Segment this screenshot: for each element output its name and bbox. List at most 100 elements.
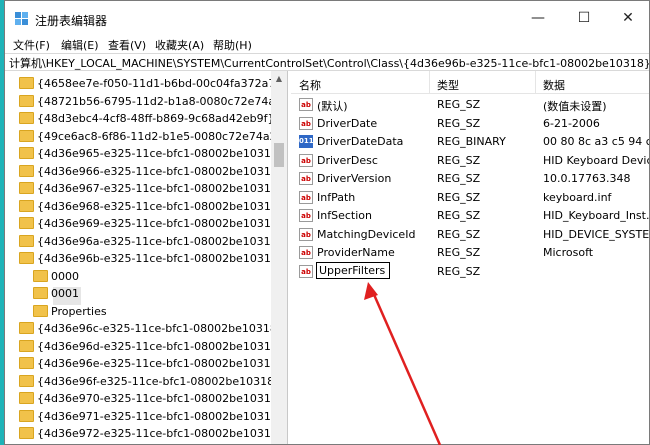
folder-icon [33,304,48,317]
tree-item-label: {48721b56-6795-11d2-b1a8-0080c72e74a2} [37,94,288,108]
value-row[interactable]: ab DriverDesc REG_SZ HID Keyboard Device [291,152,650,170]
scroll-thumb[interactable] [274,143,284,167]
window-title: 注册表编辑器 [35,14,108,28]
tree-item-label: {4d36e969-e325-11ce-bfc1-08002be10318} [37,217,285,230]
close-button[interactable]: ✕ [605,1,649,35]
tree-item[interactable]: {4d36e971-e325-11ce-bfc1-08002be10318} [17,408,285,426]
values-list: 名称 类型 数据 ab (默认) REG_SZ (数值未设置) ab DriverDate… [291,71,650,444]
value-row[interactable]: ab ProviderName REG_SZ Microsoft [291,244,649,262]
maximize-button[interactable]: ☐ [561,1,607,35]
binary-value-icon: 011 [299,135,314,148]
tree-item[interactable]: 0000 [31,268,281,286]
folder-icon [19,339,34,352]
menu-view[interactable]: 查看(V) [108,37,146,53]
folder-icon [19,409,34,422]
string-value-icon: ab [299,209,313,222]
tree-item[interactable]: {4d36e96b-e325-11ce-bfc1-08002be10318} [17,250,285,268]
registry-editor-window: 注册表编辑器 — ☐ ✕ 文件(F) 编辑(E) 查看(V) 收藏夹(A) 帮助… [4,0,650,445]
string-value-icon: ab [299,264,313,278]
tree-item[interactable]: {4d36e965-e325-11ce-bfc1-08002be10318} [17,145,285,163]
tree-item[interactable]: {4d36e96a-e325-11ce-bfc1-08002be10318} [17,233,285,251]
tree-item-label: {4d36e970-e325-11ce-bfc1-08002be10318} [37,392,285,405]
value-type: REG_SZ [437,209,481,222]
tree-item-label: {48d3ebc4-4cf8-48ff-b869-9c68ad42eb9f} [37,112,275,125]
value-data: 10.0.17763.348 [543,172,631,185]
value-data: HID_DEVICE_SYSTEM_ [543,227,650,241]
tree-item-label: {4d36e972-e325-11ce-bfc1-08002be10318} [37,427,285,440]
tree-item-label: {4658ee7e-f050-11d1-b6bd-00c04fa372a7} [37,77,283,90]
scroll-up-arrow-icon[interactable]: ▲ [271,71,287,87]
string-value-icon: ab [299,172,313,185]
column-data[interactable]: 数据 [543,77,565,93]
tree-item[interactable]: {4d36e967-e325-11ce-bfc1-08002be10318} [17,180,285,198]
string-value-icon: ab [299,190,313,204]
tree-item[interactable]: {48721b56-6795-11d2-b1a8-0080c72e74a2} [17,93,287,111]
value-row[interactable]: ab DriverVersion REG_SZ 10.0.17763.348 [291,170,649,188]
folder-icon [19,374,34,387]
address-bar[interactable]: 计算机\HKEY_LOCAL_MACHINE\SYSTEM\CurrentCon… [5,53,649,71]
string-value-icon: ab [299,227,313,241]
tree-item[interactable]: {4d36e968-e325-11ce-bfc1-08002be10318} [17,198,285,216]
folder-icon [19,112,34,124]
tree-item[interactable]: {4d36e972-e325-11ce-bfc1-08002be10318} [17,425,285,443]
tree-item-label: {4d36e96c-e325-11ce-bfc1-08002be10318} [37,322,284,335]
tree-item-label: 0000 [51,269,79,283]
folder-icon [19,392,34,404]
tree-item[interactable]: {4d36e96e-e325-11ce-bfc1-08002be10318} [17,355,285,373]
address-path[interactable]: 计算机\HKEY_LOCAL_MACHINE\SYSTEM\CurrentCon… [9,55,649,71]
tree-item[interactable]: {49ce6ac8-6f86-11d2-b1e5-0080c72e74a2} [17,128,284,146]
value-row[interactable]: ab InfPath REG_SZ keyboard.inf [291,189,649,207]
value-data: keyboard.inf [543,190,612,204]
value-data: (数值未设置) [543,100,607,113]
tree-item[interactable]: {48d3ebc4-4cf8-48ff-b869-9c68ad42eb9f} [17,110,275,128]
tree-item-label: {4d36e96d-e325-11ce-bfc1-08002be10318} [37,339,285,353]
tree-item[interactable]: {4d36e969-e325-11ce-bfc1-08002be10318} [17,215,285,233]
menu-edit[interactable]: 编辑(E) [61,37,99,53]
value-row[interactable]: 011 DriverDateData REG_BINARY 00 80 8c a3 c… [291,133,650,151]
value-row[interactable]: ab InfSection REG_SZ HID_Keyboard_Inst.NT [291,207,650,225]
value-name: DriverDate [317,116,378,130]
tree-item-label: {4d36e96e-e325-11ce-bfc1-08002be10318} [37,357,285,370]
column-type[interactable]: 类型 [437,77,459,93]
tree-item-label: {4d36e965-e325-11ce-bfc1-08002be10318} [37,147,285,160]
value-type: REG_SZ [437,264,481,278]
folder-icon [19,77,34,89]
value-type: REG_SZ [437,172,481,185]
menu-file[interactable]: 文件(F) [13,37,50,53]
value-row[interactable]: ab (默认) REG_SZ (数值未设置) [291,96,649,114]
tree-item[interactable]: {4d36e970-e325-11ce-bfc1-08002be10318} [17,390,285,408]
folder-icon [19,357,34,369]
tree-scrollbar[interactable]: ▲ [271,71,287,444]
tree-item[interactable]: 0001 [31,285,281,303]
value-name: DriverDateData [317,135,404,148]
key-tree: {4658ee7e-f050-11d1-b6bd-00c04fa372a7} {4… [5,71,288,444]
tree-item[interactable]: {4d36e96f-e325-11ce-bfc1-08002be10318} [17,373,281,391]
rename-value-input[interactable]: UpperFilters [316,261,390,279]
value-row[interactable]: ab DriverDate REG_SZ 6-21-2006 [291,115,649,133]
tree-item-label: {4d36e966-e325-11ce-bfc1-08002be10318} [37,164,285,178]
folder-icon [19,147,34,159]
tree-item-label: {4d36e967-e325-11ce-bfc1-08002be10318} [37,182,285,195]
value-type: REG_BINARY [437,135,506,148]
value-name: InfPath [317,190,356,204]
string-value-icon: ab [299,116,313,130]
tree-item[interactable]: Properties [31,303,281,321]
menu-help[interactable]: 帮助(H) [213,37,252,53]
tree-item[interactable]: {4d36e96d-e325-11ce-bfc1-08002be10318} [17,338,285,356]
tree-item[interactable]: {4d36e96c-e325-11ce-bfc1-08002be10318} [17,320,284,338]
column-name[interactable]: 名称 [299,77,321,93]
list-header: 名称 类型 数据 [291,71,649,94]
value-data: HID_Keyboard_Inst.NT [543,209,650,222]
value-row[interactable]: ab UpperFilters REG_SZ [291,261,649,281]
value-data: 00 80 8c a3 c5 94 c6 [543,135,650,148]
menu-favorites[interactable]: 收藏夹(A) [155,37,204,53]
registry-app-icon [15,12,28,25]
minimize-button[interactable]: — [515,1,561,35]
tree-item-label: {4d36e968-e325-11ce-bfc1-08002be10318} [37,199,285,213]
tree-item-label: {4d36e96f-e325-11ce-bfc1-08002be10318} [37,374,282,388]
value-data: HID Keyboard Device [543,153,650,167]
tree-item[interactable]: {4658ee7e-f050-11d1-b6bd-00c04fa372a7} [17,75,282,93]
tree-item[interactable]: {4d36e966-e325-11ce-bfc1-08002be10318} [17,163,285,181]
tree-item-label: {4d36e96a-e325-11ce-bfc1-08002be10318} [37,234,285,248]
value-row[interactable]: ab MatchingDeviceId REG_SZ HID_DEVICE_SYSTE… [291,226,650,244]
